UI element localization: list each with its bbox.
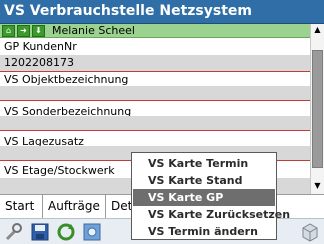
menu-item-karte-termin[interactable]: VS Karte Termin bbox=[133, 155, 275, 172]
field-label-gp-kundennr: GP KundenNr bbox=[0, 39, 310, 55]
context-menu: VS Karte Termin VS Karte Stand VS Karte … bbox=[131, 152, 290, 240]
tab-start[interactable]: Start bbox=[0, 195, 43, 218]
menu-item-karte-stand[interactable]: VS Karte Stand bbox=[133, 172, 275, 189]
record-navigation-row: ⌂ ➜ ⬇ Melanie Scheel bbox=[0, 24, 310, 38]
exit-icon[interactable] bbox=[300, 222, 320, 242]
title-bar: VS Verbrauchstelle Netzsystem bbox=[0, 0, 324, 24]
settings-icon[interactable] bbox=[82, 222, 102, 242]
arrow-down-icon[interactable]: ⬇ bbox=[32, 25, 45, 37]
vertical-scrollbar[interactable]: ▲ ▼ bbox=[310, 24, 324, 194]
menu-item-karte-gp[interactable]: VS Karte GP bbox=[133, 189, 275, 206]
scrollbar-thumb[interactable] bbox=[312, 50, 323, 168]
menu-item-termin-aendern[interactable]: VS Termin ändern bbox=[133, 223, 275, 240]
arrow-right-icon[interactable]: ➜ bbox=[17, 25, 30, 37]
field-value-gp-kundennr[interactable]: 1202208173 bbox=[0, 55, 310, 71]
save-icon[interactable] bbox=[30, 222, 50, 242]
field-value-sonderbezeichnung[interactable] bbox=[0, 116, 310, 130]
home-icon[interactable]: ⌂ bbox=[2, 25, 15, 37]
field-value-objektbezeichnung[interactable] bbox=[0, 86, 310, 100]
refresh-icon[interactable] bbox=[56, 222, 76, 242]
field-label-objektbezeichnung: VS Objektbezeichnung bbox=[0, 71, 310, 87]
tools-icon[interactable] bbox=[4, 222, 24, 242]
menu-item-karte-zuruecksetzen[interactable]: VS Karte Zurücksetzen bbox=[133, 206, 290, 223]
customer-name: Melanie Scheel bbox=[52, 24, 135, 37]
scroll-down-icon[interactable]: ▼ bbox=[311, 180, 324, 192]
tab-auftraege[interactable]: Aufträge bbox=[43, 195, 106, 218]
scroll-up-icon[interactable]: ▲ bbox=[311, 24, 324, 36]
window-title: VS Verbrauchstelle Netzsystem bbox=[4, 3, 252, 19]
